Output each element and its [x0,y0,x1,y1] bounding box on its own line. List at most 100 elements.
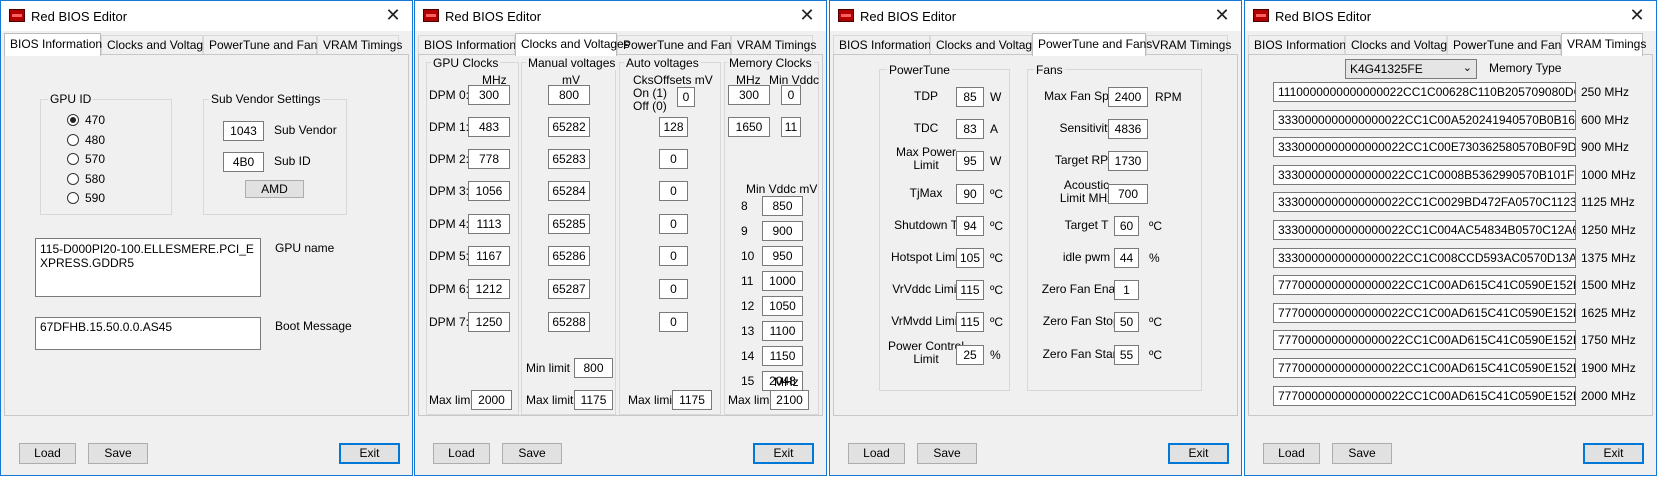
manual-voltage-field-dpm0[interactable]: 800 [548,85,590,105]
timing-strap-field[interactable]: 7770000000000000022CC1C00AD615C41C0590E1… [1273,330,1576,351]
min-vddc-mv-field[interactable]: 1100 [762,321,803,341]
tab-bios-information[interactable]: BIOS Information [1248,35,1346,55]
close-icon[interactable]: ✕ [796,6,818,26]
memory-min-vddc-field[interactable]: 11 [781,117,801,137]
auto-voltage-field[interactable]: 0 [659,279,688,299]
tab-bios-information[interactable]: BIOS Information [833,35,931,55]
manual-voltage-field-dpm4[interactable]: 65285 [548,214,590,234]
tab-bios-information[interactable]: BIOS Information [418,35,516,55]
powertune-field-4[interactable]: 94 [956,216,984,236]
min-vddc-mv-field[interactable]: 950 [762,246,803,266]
fan-field-2[interactable]: 1730 [1108,151,1148,171]
fan-field-1[interactable]: 4836 [1108,119,1148,139]
memory-type-select[interactable]: K4G41325FE ⌄ [1345,59,1477,79]
save-button[interactable]: Save [917,443,977,464]
timing-strap-field[interactable]: 3330000000000000022CC1C004AC54834B0570C1… [1273,220,1576,240]
manual-voltage-field-dpm3[interactable]: 65284 [548,181,590,201]
min-vddc-mv-field[interactable]: 900 [762,221,803,241]
auto-voltage-field[interactable]: 0 [659,246,688,266]
tab-vram-timings[interactable]: VRAM Timings [1561,33,1646,56]
auto-voltage-field[interactable]: 0 [659,149,688,169]
boot-message-field[interactable]: 67DFHB.15.50.0.0.AS45 [35,317,261,350]
cks-offsets-field[interactable]: 0 [677,87,695,107]
memory-clock-field[interactable]: 300 [728,85,770,105]
timing-strap-field[interactable]: 7770000000000000022CC1C00AD615C41C0590E1… [1273,275,1576,296]
gpu-radio-570[interactable] [67,153,79,165]
load-button[interactable]: Load [1263,443,1320,464]
gpu-clock-field-dpm4[interactable]: 1113 [468,214,510,234]
gpu-radio-590[interactable] [67,192,79,204]
memory-clock-field[interactable]: 1650 [728,117,770,137]
fan-field-0[interactable]: 2400 [1108,87,1148,107]
tab-bios-information[interactable]: BIOS Information [4,33,102,56]
gpu-clock-field-dpm5[interactable]: 1167 [468,246,510,266]
powertune-field-0[interactable]: 85 [956,87,984,107]
tab-powertune-and-fans[interactable]: PowerTune and Fans [1032,33,1152,56]
gpu-clock-field-dpm1[interactable]: 483 [468,117,510,137]
manual-voltage-field-dpm1[interactable]: 65282 [548,117,590,137]
gpu-clock-field-dpm6[interactable]: 1212 [468,279,510,299]
chevron-down-icon[interactable]: ⌄ [1463,61,1472,74]
fan-field-8[interactable]: 55 [1114,345,1139,365]
fan-field-4[interactable]: 60 [1114,216,1139,236]
auto-voltage-field[interactable]: 0 [659,312,688,332]
load-button[interactable]: Load [433,443,490,464]
powertune-field-8[interactable]: 25 [956,345,984,365]
fan-field-3[interactable]: 700 [1108,184,1148,204]
mem-max-limit-field[interactable]: 2100 [770,390,809,410]
timing-strap-field[interactable]: 3330000000000000022CC1C0029BD472FA0570C1… [1273,192,1576,213]
sub-id-field[interactable]: 4B0 [223,152,264,172]
tab-powertune-and-fans[interactable]: PowerTune and Fans [1447,35,1567,55]
save-button[interactable]: Save [502,443,562,464]
fan-field-6[interactable]: 1 [1114,280,1139,300]
tab-clocks-and-voltages[interactable]: Clocks and Voltages [515,33,630,56]
gpu-radio-470[interactable] [67,114,79,126]
save-button[interactable]: Save [1332,443,1392,464]
close-icon[interactable]: ✕ [1211,6,1233,26]
auto-max-limit-field[interactable]: 1175 [672,390,712,410]
tab-powertune-and-fans[interactable]: PowerTune and Fans [617,35,737,55]
powertune-field-7[interactable]: 115 [956,312,984,332]
exit-button[interactable]: Exit [1168,443,1229,464]
timing-strap-field[interactable]: 3330000000000000022CC1C008CCD593AC0570D1… [1273,247,1576,268]
sub-vendor-field[interactable]: 1043 [223,121,264,141]
memory-min-vddc-field[interactable]: 0 [781,85,801,105]
powertune-field-3[interactable]: 90 [956,184,984,204]
auto-voltage-field[interactable]: 128 [659,117,688,137]
gpu-max-limit-field[interactable]: 2000 [471,390,512,410]
min-vddc-mv-field[interactable]: 1050 [762,296,803,316]
timing-strap-field[interactable]: 3330000000000000022CC1C00E730362580570B0… [1273,137,1576,158]
close-icon[interactable]: ✕ [382,6,404,26]
exit-button[interactable]: Exit [753,443,814,464]
fan-field-7[interactable]: 50 [1114,312,1139,332]
timing-strap-field[interactable]: 1110000000000000022CC1C00628C110B2057090… [1273,82,1576,102]
powertune-field-2[interactable]: 95 [956,151,984,171]
powertune-field-6[interactable]: 115 [956,280,984,300]
save-button[interactable]: Save [88,443,148,464]
gpu-clock-field-dpm3[interactable]: 1056 [468,181,510,201]
auto-voltage-field[interactable]: 0 [659,214,688,234]
timing-strap-field[interactable]: 7770000000000000022CC1C00AD615C41C0590E1… [1273,302,1576,323]
manual-voltage-field-dpm6[interactable]: 65287 [548,279,590,299]
tab-clocks-and-voltages[interactable]: Clocks and Voltages [930,35,1045,55]
timing-strap-field[interactable]: 7770000000000000022CC1C00AD615C41C0590E1… [1273,358,1576,378]
close-icon[interactable]: ✕ [1626,6,1648,26]
auto-voltage-field[interactable]: 0 [659,181,688,201]
min-vddc-mv-field[interactable]: 1150 [762,346,803,366]
gpu-radio-480[interactable] [67,133,79,146]
manual-voltage-field-dpm7[interactable]: 65288 [548,312,590,332]
manual-voltage-field-dpm5[interactable]: 65286 [548,246,590,266]
min-vddc-mv-field[interactable]: 1000 [762,271,803,291]
powertune-field-1[interactable]: 83 [956,119,984,139]
timing-strap-field[interactable]: 3330000000000000022CC1C00A520241940570B0… [1273,109,1576,130]
tab-vram-timings[interactable]: VRAM Timings [1146,35,1231,55]
fan-field-5[interactable]: 44 [1114,248,1139,268]
gpu-clock-field-dpm0[interactable]: 300 [468,85,510,105]
tab-clocks-and-voltages[interactable]: Clocks and Voltages [1345,35,1460,55]
gpu-clock-field-dpm7[interactable]: 1250 [468,312,510,332]
powertune-field-5[interactable]: 105 [956,248,984,268]
load-button[interactable]: Load [19,443,76,464]
exit-button[interactable]: Exit [1583,443,1644,464]
timing-strap-field[interactable]: 3330000000000000022CC1C0008B5362990570B1… [1273,164,1576,185]
exit-button[interactable]: Exit [339,443,400,464]
